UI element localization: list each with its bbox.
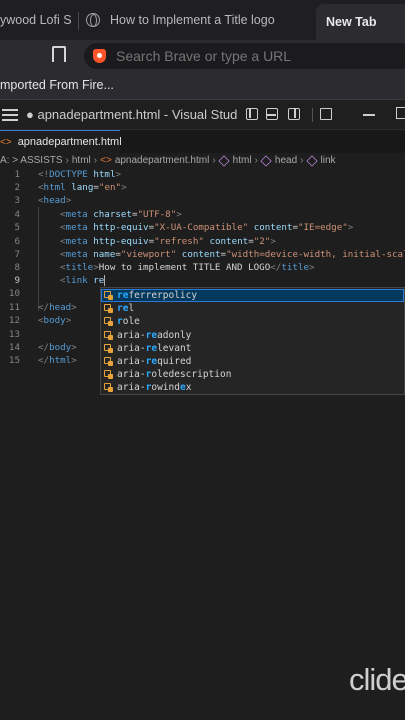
url-bar[interactable] <box>84 43 405 69</box>
menu-icon[interactable] <box>2 109 18 121</box>
suggestion-item[interactable]: role <box>101 315 404 328</box>
suggestion-item[interactable]: rel <box>101 302 404 315</box>
browser-tab-lofi[interactable]: ywood Lofi S <box>0 0 78 40</box>
code-line: <link re <box>60 275 106 286</box>
code-line: <meta charset="UTF-8"> <box>60 209 182 220</box>
code-line: </head> <box>38 302 77 313</box>
editor-tab-label: apnadepartment.html <box>17 136 122 148</box>
line-number: 3 <box>14 195 20 206</box>
chevron-right-icon: › <box>93 155 98 166</box>
line-number: 9 <box>14 275 20 286</box>
title-divider <box>312 108 313 122</box>
indent-guide <box>38 207 39 311</box>
line-number: 7 <box>14 249 20 260</box>
autocomplete-suggestions: referrerpolicy rel role aria-readonly ar… <box>100 287 405 395</box>
globe-icon <box>86 13 100 27</box>
vscode-title-bar: ● apnadepartment.html - Visual Studi... <box>0 100 405 130</box>
breadcrumb-html[interactable]: html <box>233 155 252 166</box>
customize-layout-icon[interactable] <box>320 108 332 120</box>
line-number: 2 <box>14 182 20 193</box>
property-icon <box>104 304 113 314</box>
property-icon <box>104 330 113 340</box>
code-line: <!DOCTYPE html> <box>38 169 122 180</box>
line-number: 10 <box>8 288 20 299</box>
breadcrumb: A: > ASSISTS › html › <> apnadepartment.… <box>0 153 405 168</box>
code-line: <meta http-equiv="refresh" content="2"> <box>60 236 276 247</box>
code-line: </body> <box>38 342 77 353</box>
property-icon <box>104 383 113 393</box>
browser-tab-new-tab[interactable]: New Tab <box>316 4 405 40</box>
code-line: <meta http-equiv="X-UA-Compatible" conte… <box>60 222 354 233</box>
address-bar-row <box>0 40 405 72</box>
bookmarks-bar: mported From Fire... <box>0 72 405 100</box>
html-file-icon: <> <box>0 136 12 148</box>
maximize-icon[interactable] <box>396 107 405 119</box>
line-number: 13 <box>8 329 20 340</box>
tab-label: How to Implement a Title logo <box>110 13 275 27</box>
editor-tab-bar: <> apnadepartment.html <box>0 130 405 153</box>
browser-tab-bar: ywood Lofi S How to Implement a Title lo… <box>0 0 405 40</box>
breadcrumb-file[interactable]: apnadepartment.html <box>115 155 210 166</box>
brave-lion-icon <box>93 49 106 63</box>
line-number: 1 <box>14 169 20 180</box>
url-input[interactable] <box>116 48 376 64</box>
property-icon <box>104 317 113 327</box>
code-line: <title>How to implement TITLE AND LOGO</… <box>60 262 315 273</box>
code-line: <head> <box>38 195 72 206</box>
chevron-right-icon: › <box>65 155 69 166</box>
line-number: 11 <box>8 302 20 313</box>
line-number: 4 <box>14 209 20 220</box>
line-number: 15 <box>8 355 20 366</box>
editor-tab-apnadepartment[interactable]: <> apnadepartment.html <box>0 130 122 153</box>
tab-divider <box>78 12 79 30</box>
bookmark-icon[interactable] <box>52 46 66 64</box>
tab-label: New Tab <box>326 15 377 29</box>
suggestion-item[interactable]: referrerpolicy <box>101 289 404 303</box>
line-number: 14 <box>8 342 20 353</box>
chevron-right-icon: › <box>212 155 216 166</box>
breadcrumb-head[interactable]: head <box>275 155 297 166</box>
property-icon <box>104 357 113 366</box>
breadcrumb-link[interactable]: link <box>321 155 336 166</box>
suggestion-item[interactable]: aria-rowindex <box>101 381 404 394</box>
line-number: 8 <box>14 262 20 273</box>
code-line: <html lang="en"> <box>38 182 127 193</box>
element-icon <box>305 154 318 167</box>
browser-tab-title-logo[interactable]: How to Implement a Title logo <box>86 0 312 40</box>
toggle-primary-sidebar-icon[interactable] <box>246 108 258 120</box>
breadcrumb-folder[interactable]: A: > ASSISTS <box>0 155 63 166</box>
code-line: </html> <box>38 355 77 366</box>
property-icon <box>104 370 113 380</box>
toggle-secondary-sidebar-icon[interactable] <box>288 108 300 120</box>
line-number: 12 <box>8 315 20 326</box>
watermark-logo: clide <box>349 662 405 697</box>
line-number: 6 <box>14 236 20 247</box>
toggle-panel-icon[interactable] <box>266 108 278 120</box>
element-icon <box>218 154 230 167</box>
tab-label: ywood Lofi S <box>0 13 72 27</box>
property-icon <box>104 343 113 353</box>
window-title: ● apnadepartment.html - Visual Studi... <box>26 107 238 122</box>
chevron-right-icon: › <box>300 155 304 166</box>
code-line: <meta name="viewport" content="width=dev… <box>60 249 405 260</box>
chevron-right-icon: › <box>254 155 258 166</box>
suggestion-item[interactable]: aria-relevant <box>101 342 404 355</box>
bookmark-imported-from-firefox[interactable]: mported From Fire... <box>0 78 114 92</box>
property-icon <box>104 291 113 300</box>
line-number: 5 <box>14 222 20 233</box>
code-line: <body> <box>38 315 72 326</box>
suggestion-item[interactable]: aria-roledescription <box>101 368 404 381</box>
suggestion-item[interactable]: aria-required <box>101 355 404 368</box>
element-icon <box>260 154 272 167</box>
suggestion-item[interactable]: aria-readonly <box>101 329 404 342</box>
html-file-icon: <> <box>100 155 112 166</box>
text-cursor <box>104 275 106 286</box>
minimize-icon[interactable] <box>363 114 375 116</box>
breadcrumb-html-folder[interactable]: html <box>72 155 91 166</box>
